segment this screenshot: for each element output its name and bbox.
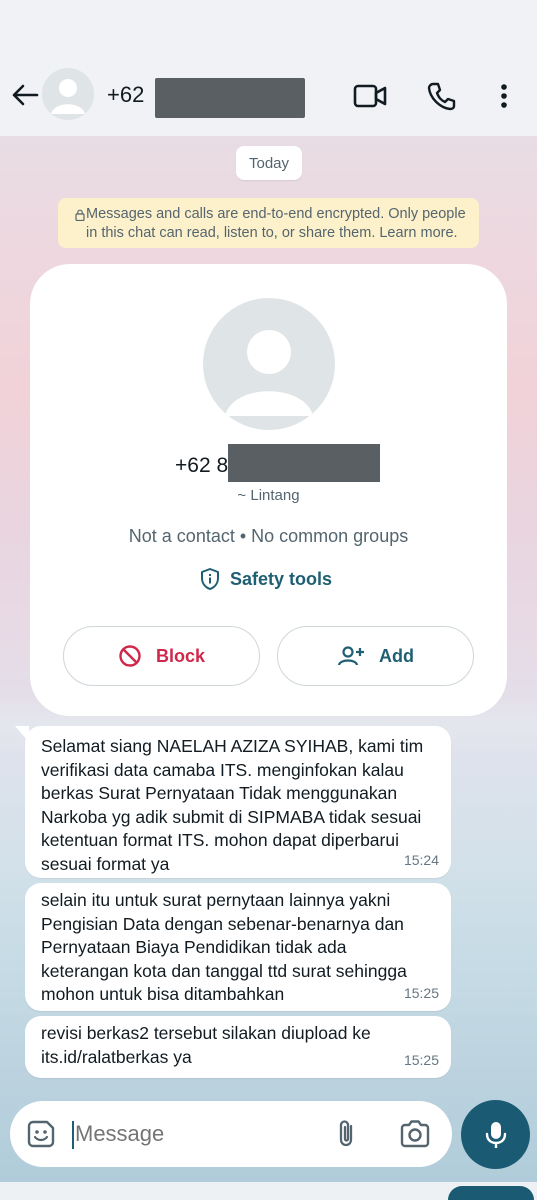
message-input[interactable] [75,1121,315,1147]
encryption-notice-text: Messages and calls are end-to-end encryp… [86,206,466,241]
message-text: revisi berkas2 tersebut silakan diupload… [41,1023,371,1067]
contact-push-name: ~ Lintang [237,487,300,504]
more-options-icon[interactable] [484,76,524,116]
status-bar [0,0,537,60]
video-call-icon[interactable] [350,76,390,116]
voice-message-button[interactable] [461,1100,530,1169]
lock-icon [75,209,85,221]
contact-title[interactable]: +62 [107,82,144,108]
block-icon [119,645,141,667]
voice-call-icon[interactable] [422,76,462,116]
message-text: Selamat siang NAELAH AZIZA SYIHAB, kami … [41,736,424,874]
bottom-nav-button-partial [448,1186,534,1200]
add-contact-button[interactable]: Add [277,626,474,686]
message-bubble[interactable]: revisi berkas2 tersebut silakan diupload… [25,1016,451,1078]
add-label: Add [379,645,414,666]
block-button[interactable]: Block [63,626,260,686]
message-time: 15:25 [403,984,439,1001]
contact-info-card: +62 8 ~ Lintang Not a contact • No commo… [30,264,507,716]
shield-icon [201,568,219,590]
avatar[interactable] [42,68,94,120]
message-time: 15:25 [403,1051,439,1068]
add-person-icon [337,646,364,666]
message-text: selain itu untuk surat pernytaan lainnya… [41,890,407,1004]
contact-avatar [203,298,335,430]
attach-icon[interactable] [332,1118,362,1150]
redacted-phone-number [155,78,305,118]
message-bubble[interactable]: Selamat siang NAELAH AZIZA SYIHAB, kami … [15,726,451,878]
redacted-phone-number [228,444,380,482]
text-cursor [72,1121,74,1149]
microphone-icon [485,1121,506,1148]
safety-tools-label: Safety tools [230,568,333,589]
contact-phone: +62 8 [175,454,229,477]
block-label: Block [155,645,206,666]
sticker-icon[interactable] [25,1118,57,1150]
contact-status-line: Not a contact • No common groups [128,526,409,546]
camera-icon[interactable] [398,1119,432,1149]
message-bubble[interactable]: selain itu untuk surat pernytaan lainnya… [25,883,451,1011]
date-chip: Today [236,146,302,180]
message-composer [10,1101,452,1167]
back-arrow-icon[interactable] [8,78,42,112]
encryption-notice[interactable]: Messages and calls are end-to-end encryp… [58,198,479,248]
chat-header: +62 [0,60,537,136]
safety-tools-link[interactable]: Safety tools [200,566,332,592]
message-time: 15:24 [403,851,439,868]
